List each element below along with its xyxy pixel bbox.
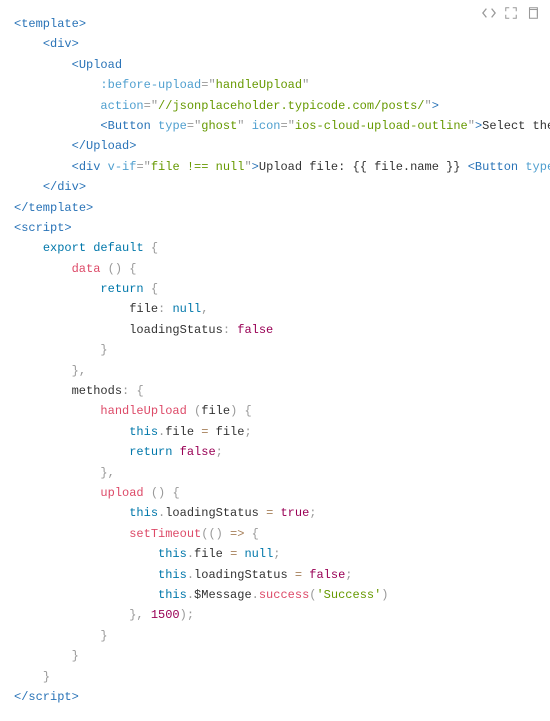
attr-type2: type xyxy=(525,160,550,174)
kw-default: default xyxy=(93,241,143,255)
fn-data: data xyxy=(72,262,101,276)
val-ghost: ghost xyxy=(201,119,237,133)
attr-vif: v-if xyxy=(108,160,137,174)
prop-loading3: loadingStatus xyxy=(194,568,288,582)
code-toolbar xyxy=(482,6,540,20)
param-file: file xyxy=(201,404,230,418)
kw-true: true xyxy=(280,506,309,520)
kw-false3: false xyxy=(309,568,345,582)
val-icon: ios-cloud-upload-outline xyxy=(295,119,468,133)
kw-null2: null xyxy=(244,547,273,561)
copy-icon[interactable] xyxy=(526,6,540,20)
tag-upload: Upload xyxy=(79,58,122,72)
val-handle-upload: handleUpload xyxy=(216,78,302,92)
tag-script-close: script xyxy=(28,690,71,704)
val-vif: file !== null xyxy=(151,160,245,174)
code-block: <template> <div> <Upload :before-upload=… xyxy=(0,0,550,721)
tag-div2: div xyxy=(79,160,101,174)
tag-button: Button xyxy=(108,119,151,133)
tag-div-close: div xyxy=(57,180,79,194)
code-icon[interactable] xyxy=(482,6,496,20)
prop-methods: methods xyxy=(72,384,122,398)
fn-success: success xyxy=(259,588,309,602)
attr-icon: icon xyxy=(252,119,281,133)
prop-file: file xyxy=(129,302,158,316)
fn-upload: upload xyxy=(100,486,143,500)
attr-type: type xyxy=(158,119,187,133)
prop-loading2: loadingStatus xyxy=(165,506,259,520)
kw-this: this xyxy=(129,425,158,439)
fn-handle-upload: handleUpload xyxy=(100,404,186,418)
str-success: 'Success' xyxy=(316,588,381,602)
tag-upload-close: Upload xyxy=(86,139,129,153)
tag-template-open: template xyxy=(21,17,79,31)
prop-loading: loadingStatus xyxy=(129,323,223,337)
kw-return2: return xyxy=(129,445,172,459)
kw-this5: this xyxy=(158,588,187,602)
attr-action: action xyxy=(100,99,143,113)
kw-false2: false xyxy=(180,445,216,459)
prop-file2: file xyxy=(165,425,194,439)
kw-return: return xyxy=(100,282,143,296)
expand-icon[interactable] xyxy=(504,6,518,20)
val-action: //jsonplaceholder.typicode.com/posts/ xyxy=(158,99,424,113)
button-text: Select the file xyxy=(482,119,550,133)
tag-div-open: div xyxy=(50,37,72,51)
kw-null: null xyxy=(172,302,201,316)
upload-file-text: Upload file: {{ file.name }} xyxy=(259,160,468,174)
kw-false: false xyxy=(237,323,273,337)
kw-export: export xyxy=(43,241,86,255)
attr-before-upload: :before-upload xyxy=(100,78,201,92)
kw-this3: this xyxy=(158,547,187,561)
kw-this2: this xyxy=(129,506,158,520)
num-1500: 1500 xyxy=(151,608,180,622)
kw-this4: this xyxy=(158,568,187,582)
fn-settimeout: setTimeout xyxy=(129,527,201,541)
tag-template-close: template xyxy=(28,201,86,215)
prop-file3: file xyxy=(194,547,223,561)
tag-button2: Button xyxy=(475,160,518,174)
prop-message: $Message xyxy=(194,588,252,602)
tag-script-open: script xyxy=(21,221,64,235)
id-file: file xyxy=(216,425,245,439)
